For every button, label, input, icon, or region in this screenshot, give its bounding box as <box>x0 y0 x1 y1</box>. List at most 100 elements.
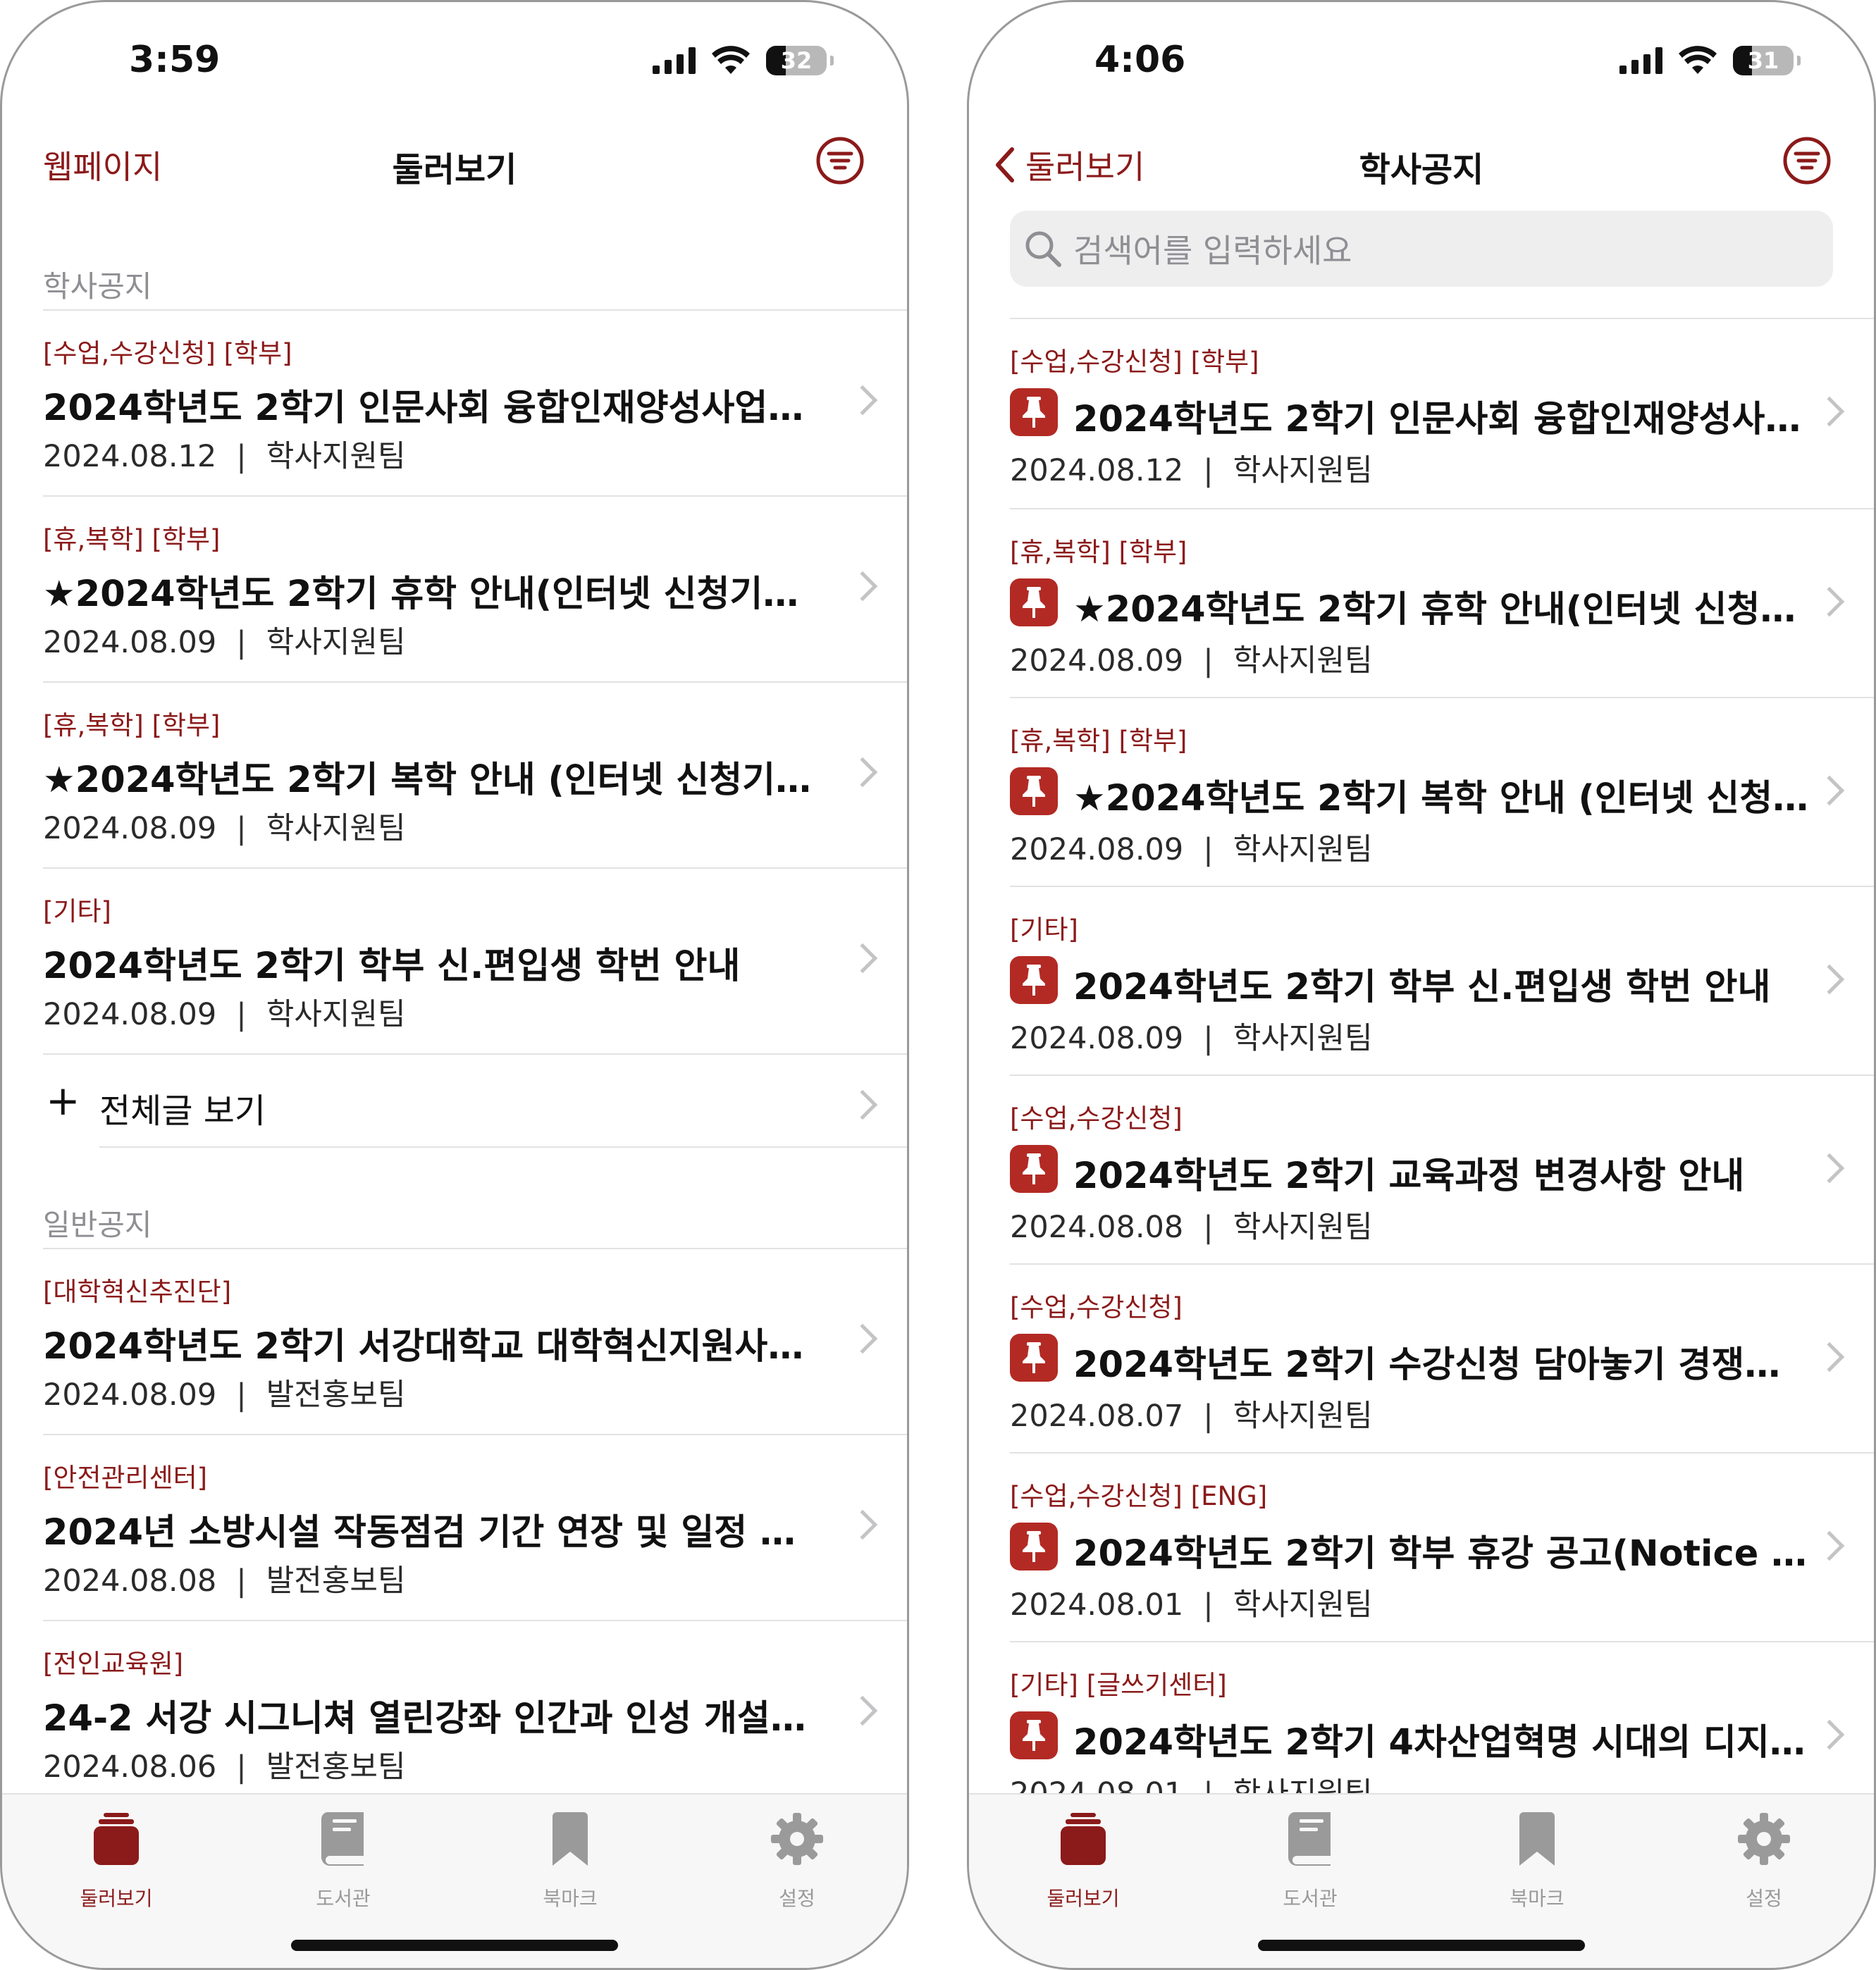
see-all-button[interactable]: + 전체글 보기 <box>43 1059 907 1148</box>
notice-meta: 2024.08.09 | 학사지원팀 <box>43 997 406 1032</box>
chevron-right-icon <box>847 943 878 974</box>
notice-department: 발전홍보팀 <box>266 1749 406 1785</box>
notice-category: [기타] <box>43 896 111 927</box>
plus-icon: + <box>46 1077 80 1125</box>
notice-category: [휴,복학] [학부] <box>1010 726 1187 756</box>
notice-category: [기타] <box>1010 915 1078 945</box>
notice-row[interactable]: [대학혁신추진단] 2024학년도 2학기 서강대학교 대학혁신지원사업 서… … <box>43 1249 907 1434</box>
search-placeholder: 검색어를 입력하세요 <box>1073 232 1352 270</box>
search-input[interactable]: 검색어를 입력하세요 <box>1010 211 1833 287</box>
notice-meta: 2024.08.12 | 학사지원팀 <box>43 439 406 474</box>
notice-meta: 2024.08.09 | 학사지원팀 <box>1010 1021 1373 1056</box>
chevron-right-icon <box>1814 1530 1845 1561</box>
notice-department: 학사지원팀 <box>266 997 406 1032</box>
notice-category: [수업,수강신청] <box>1010 1103 1183 1134</box>
notice-category: [기타] [글쓰기센터] <box>1010 1670 1227 1700</box>
pin-icon <box>1010 956 1058 1004</box>
tab-settings[interactable]: 설정 <box>1693 1807 1834 1912</box>
wifi-icon <box>1679 46 1717 74</box>
notice-title: ★2024학년도 2학기 복학 안내 (인터넷 신청기... <box>1073 778 1813 819</box>
notice-date: 2024.08.01 <box>1010 1587 1184 1623</box>
page-title: 학사공지 <box>1359 150 1484 190</box>
notice-row[interactable]: [휴,복학] [학부] ★2024학년도 2학기 복학 안내 (인터넷 신청기간… <box>43 683 907 867</box>
notice-title: 2024년 소방시설 작동점검 기간 연장 및 일정 변경 안내 <box>43 1512 818 1554</box>
notice-date: 2024.08.09 <box>43 811 217 846</box>
navigation-bar: 둘러보기 학사공지 <box>969 129 1874 199</box>
wifi-icon <box>712 46 750 74</box>
tab-settings[interactable]: 설정 <box>727 1807 868 1912</box>
notice-row[interactable]: [기타] 2024학년도 2학기 학부 신.편입생 학번 안내 2024.08.… <box>43 869 907 1053</box>
pinned-notice-row[interactable]: [기타] 2024학년도 2학기 학부 신.편입생 학번 안내 2024.08.… <box>1010 887 1874 1077</box>
notice-date: 2024.08.12 <box>43 439 217 474</box>
notice-title: 2024학년도 2학기 인문사회 융합인재양성사업(... <box>1073 399 1813 440</box>
cellular-signal-icon <box>1619 47 1662 74</box>
notice-title: 2024학년도 2학기 학부 휴강 공고(Notice of U... <box>1073 1533 1813 1575</box>
notice-category: [수업,수강신청] [ENG] <box>1010 1481 1268 1511</box>
chevron-right-icon <box>847 1089 878 1120</box>
section-header-academic: 학사공지 <box>43 269 152 304</box>
notice-title: 2024학년도 2학기 학부 신.편입생 학번 안내 <box>1073 967 1771 1008</box>
notice-date: 2024.08.07 <box>1010 1399 1184 1434</box>
pinned-notice-row[interactable]: [휴,복학] [학부] ★2024학년도 2학기 휴학 안내(인터넷 신청기..… <box>1010 509 1874 700</box>
pin-icon <box>1010 578 1058 626</box>
tab-label: 설정 <box>1746 1887 1782 1910</box>
tab-library[interactable]: 도서관 <box>1240 1807 1381 1912</box>
notice-date: 2024.08.09 <box>43 1377 217 1413</box>
notice-row[interactable]: [수업,수강신청] [학부] 2024학년도 2학기 인문사회 융합인재양성사업… <box>43 311 907 495</box>
chevron-right-icon <box>847 571 878 602</box>
tab-browse[interactable]: 둘러보기 <box>1013 1807 1154 1912</box>
notice-title: 2024학년도 2학기 수강신청 담아놓기 경쟁률... <box>1073 1344 1813 1386</box>
pinned-notice-row[interactable]: [휴,복학] [학부] ★2024학년도 2학기 복학 안내 (인터넷 신청기.… <box>1010 698 1874 888</box>
tab-label: 설정 <box>779 1887 815 1910</box>
notice-department: 학사지원팀 <box>266 811 406 846</box>
pin-icon <box>1010 1334 1058 1382</box>
notice-department: 학사지원팀 <box>1233 1587 1373 1623</box>
tab-label: 도서관 <box>316 1887 371 1910</box>
tab-label: 북마크 <box>1510 1887 1565 1910</box>
chevron-right-icon <box>1814 1342 1845 1373</box>
search-icon <box>1025 231 1061 267</box>
notice-department: 학사지원팀 <box>1233 832 1373 867</box>
tab-label: 북마크 <box>543 1887 598 1910</box>
pinned-notice-row[interactable]: [수업,수강신청] 2024학년도 2학기 수강신청 담아놓기 경쟁률... 2… <box>1010 1265 1874 1455</box>
divider <box>43 1053 907 1055</box>
notice-category: [전인교육원] <box>43 1649 184 1679</box>
bookmark-icon <box>1519 1812 1555 1866</box>
notice-category: [수업,수강신청] [학부] <box>43 338 292 368</box>
pinned-notice-row[interactable]: [수업,수강신청] 2024학년도 2학기 교육과정 변경사항 안내 2024.… <box>1010 1076 1874 1266</box>
notice-title: ★2024학년도 2학기 휴학 안내(인터넷 신청기간 이... <box>43 574 818 615</box>
pinned-notice-row[interactable]: [수업,수강신청] [ENG] 2024학년도 2학기 학부 휴강 공고(Not… <box>1010 1454 1874 1644</box>
battery-icon: 32 <box>766 46 834 75</box>
notice-row[interactable]: [휴,복학] [학부] ★2024학년도 2학기 휴학 안내(인터넷 신청기간 … <box>43 497 907 681</box>
notice-department: 발전홍보팀 <box>266 1563 406 1599</box>
notice-department: 학사지원팀 <box>266 625 406 660</box>
tab-browse[interactable]: 둘러보기 <box>46 1807 187 1912</box>
chevron-right-icon <box>847 1323 878 1354</box>
pin-icon <box>1010 1711 1058 1759</box>
tab-library[interactable]: 도서관 <box>273 1807 414 1912</box>
filter-icon[interactable] <box>815 136 865 185</box>
home-indicator[interactable] <box>291 1940 618 1951</box>
pin-icon <box>1010 1523 1058 1571</box>
gear-icon <box>771 1813 823 1865</box>
home-indicator[interactable] <box>1258 1940 1585 1951</box>
notice-category: [수업,수강신청] <box>1010 1292 1183 1322</box>
pinned-notice-row[interactable]: [수업,수강신청] [학부] 2024학년도 2학기 인문사회 융합인재양성사업… <box>1010 319 1874 509</box>
notice-title: ★2024학년도 2학기 휴학 안내(인터넷 신청기... <box>1073 589 1813 631</box>
tab-bookmark[interactable]: 북마크 <box>1467 1807 1607 1912</box>
notice-row[interactable]: [안전관리센터] 2024년 소방시설 작동점검 기간 연장 및 일정 변경 안… <box>43 1435 907 1620</box>
notice-row[interactable]: [전인교육원] 24-2 서강 시그니쳐 열린강좌 인간과 인성 개설 안내 2… <box>43 1621 907 1806</box>
tab-bookmark[interactable]: 북마크 <box>500 1807 641 1912</box>
navigation-bar: 웹페이지 둘러보기 <box>2 129 907 199</box>
battery-icon: 31 <box>1733 46 1801 75</box>
notice-title: 2024학년도 2학기 인문사회 융합인재양성사업(HU... <box>43 388 818 429</box>
chevron-right-icon <box>1814 1719 1845 1750</box>
notice-category: [휴,복학] [학부] <box>43 710 221 741</box>
notice-date: 2024.08.06 <box>43 1749 217 1785</box>
phone-screen-academic-notices: 4:06 31 둘러보기 학사공지 검색어를 입력하세요 [수업,수강신청] [… <box>967 0 1876 1970</box>
phone-screen-browse: 3:59 32 웹페이지 둘러보기 학사공지 [수업,수강신청] [학부] 20… <box>0 0 909 1970</box>
notice-meta: 2024.08.12 | 학사지원팀 <box>1010 453 1373 488</box>
filter-icon[interactable] <box>1782 136 1832 185</box>
notice-category: [대학혁신추진단] <box>43 1277 232 1307</box>
notice-category: [안전관리센터] <box>43 1463 208 1493</box>
